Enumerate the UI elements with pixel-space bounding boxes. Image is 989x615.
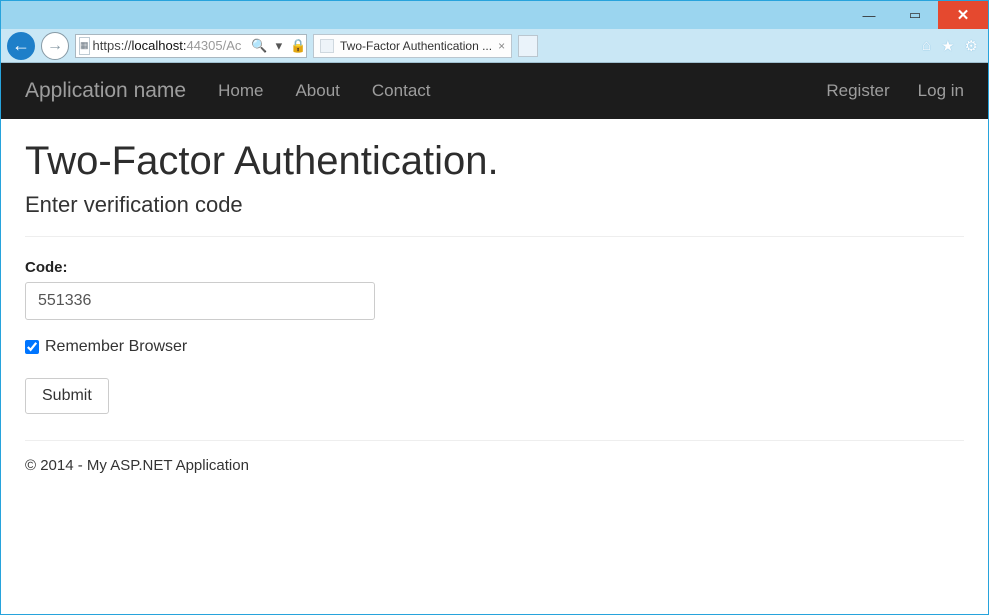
submit-button[interactable]: Submit (25, 378, 109, 414)
window-titlebar: — ▭ ✕ (1, 1, 988, 29)
address-url-prefix: https:// (93, 38, 132, 53)
code-input[interactable] (25, 282, 375, 320)
maximize-icon: ▭ (909, 7, 921, 23)
arrow-left-icon: ← (12, 35, 30, 56)
address-url-host: localhost: (132, 38, 187, 53)
window-maximize-button[interactable]: ▭ (892, 1, 938, 29)
arrow-right-icon: → (47, 37, 63, 55)
page-footer: © 2014 - My ASP.NET Application (25, 440, 964, 474)
remember-browser-label: Remember Browser (45, 338, 187, 356)
new-tab-button[interactable] (518, 35, 538, 57)
address-bar[interactable]: ▦ https://localhost:44305/Ac 🔍 ▾ 🔒 ↻ (75, 34, 307, 58)
nav-back-button[interactable]: ← (7, 32, 35, 60)
remember-browser-checkbox[interactable] (25, 340, 39, 354)
nav-login-link[interactable]: Log in (918, 81, 964, 101)
search-icon[interactable]: 🔍 (251, 38, 267, 54)
browser-toolbar: ← → ▦ https://localhost:44305/Ac 🔍 ▾ 🔒 ↻… (1, 29, 988, 63)
page-container: Two-Factor Authentication. Enter verific… (1, 119, 988, 494)
minimize-icon: — (863, 8, 876, 23)
close-icon: ✕ (957, 6, 970, 24)
code-field-group: Code: (25, 259, 964, 320)
page-title: Two-Factor Authentication. (25, 139, 964, 184)
navbar-links: Home About Contact (218, 81, 430, 101)
nav-about-link[interactable]: About (295, 81, 339, 101)
browser-menu-icons: ⌂ ★ ⚙ (922, 37, 982, 55)
nav-contact-link[interactable]: Contact (372, 81, 431, 101)
page-viewport: Application name Home About Contact Regi… (1, 63, 988, 614)
navbar-right: Register Log in (826, 81, 964, 101)
tab-title: Two-Factor Authentication ... (340, 39, 492, 53)
code-label: Code: (25, 259, 964, 276)
tab-close-button[interactable]: × (498, 39, 505, 53)
lock-icon: 🔒 (290, 38, 306, 54)
window-close-button[interactable]: ✕ (938, 1, 988, 29)
home-icon[interactable]: ⌂ (922, 37, 931, 54)
browser-window: — ▭ ✕ ← → ▦ https://localhost:44305/Ac 🔍… (0, 0, 989, 615)
dropdown-icon[interactable]: ▾ (276, 38, 283, 54)
footer-text: © 2014 - My ASP.NET Application (25, 457, 249, 474)
browser-tab[interactable]: Two-Factor Authentication ... × (313, 34, 512, 58)
divider (25, 236, 964, 237)
tab-favicon-icon (320, 39, 334, 53)
favorites-icon[interactable]: ★ (941, 37, 954, 55)
nav-forward-button[interactable]: → (41, 32, 69, 60)
settings-icon[interactable]: ⚙ (965, 37, 978, 55)
page-favicon-icon: ▦ (79, 37, 90, 55)
page-subtitle: Enter verification code (25, 192, 964, 218)
address-url-path: 44305/Ac (186, 38, 245, 53)
window-minimize-button[interactable]: — (846, 1, 892, 29)
nav-register-link[interactable]: Register (826, 81, 889, 101)
brand-link[interactable]: Application name (25, 79, 186, 103)
remember-browser-row: Remember Browser (25, 338, 964, 356)
site-navbar: Application name Home About Contact Regi… (1, 63, 988, 119)
nav-home-link[interactable]: Home (218, 81, 263, 101)
